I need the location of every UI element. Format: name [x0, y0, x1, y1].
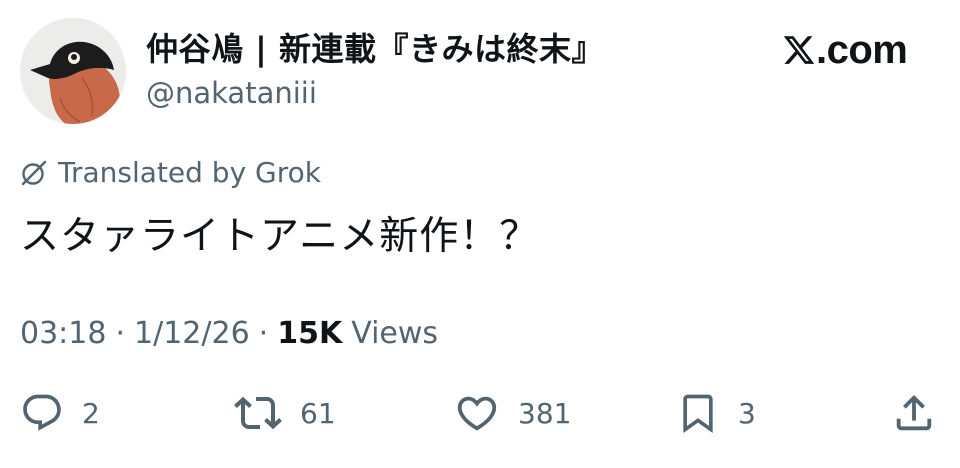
- author-handle[interactable]: @nakataniii: [146, 76, 317, 110]
- x-logo-icon: [783, 36, 815, 64]
- grok-icon: [21, 160, 47, 185]
- share-icon: [896, 394, 932, 431]
- avatar[interactable]: [20, 18, 126, 124]
- reply-button[interactable]: 2: [20, 386, 100, 440]
- tweet-text: スタァライトアニメ新作！？: [20, 214, 540, 259]
- meta-separator: ·: [115, 316, 126, 351]
- brand-text: .com: [816, 27, 908, 72]
- tweet-date[interactable]: 1/12/26: [134, 316, 250, 351]
- avatar-bird-illustration: [20, 18, 126, 124]
- author-name[interactable]: 仲谷鳰 | 新連載『きみは終末』: [146, 24, 604, 70]
- bookmark-count: 3: [738, 396, 756, 430]
- repost-icon: [234, 396, 282, 430]
- reply-icon: [23, 394, 61, 431]
- share-button[interactable]: [891, 386, 937, 440]
- tweet-meta: 03:18 · 1/12/26 · 15K Views: [20, 316, 438, 351]
- views-label: Views: [351, 316, 439, 351]
- translation-notice[interactable]: Translated by Grok: [20, 156, 321, 189]
- like-button[interactable]: 381: [454, 386, 571, 440]
- like-count: 381: [518, 396, 572, 430]
- repost-count: 61: [300, 396, 336, 430]
- reply-count: 2: [82, 396, 100, 430]
- bookmark-icon: [683, 394, 713, 434]
- views-count: 15K: [277, 316, 343, 351]
- translation-label: Translated by Grok: [58, 156, 321, 189]
- tweet-card: 仲谷鳰 | 新連載『きみは終末』 @nakataniii .com Transl…: [0, 0, 960, 468]
- meta-separator: ·: [258, 316, 269, 351]
- tweet-time[interactable]: 03:18: [20, 316, 106, 351]
- brand-watermark: .com: [782, 27, 908, 72]
- action-bar: 2 61 381 3: [0, 386, 960, 440]
- heart-icon: [457, 396, 497, 431]
- repost-button[interactable]: 61: [234, 386, 336, 440]
- bookmark-button[interactable]: 3: [676, 386, 756, 440]
